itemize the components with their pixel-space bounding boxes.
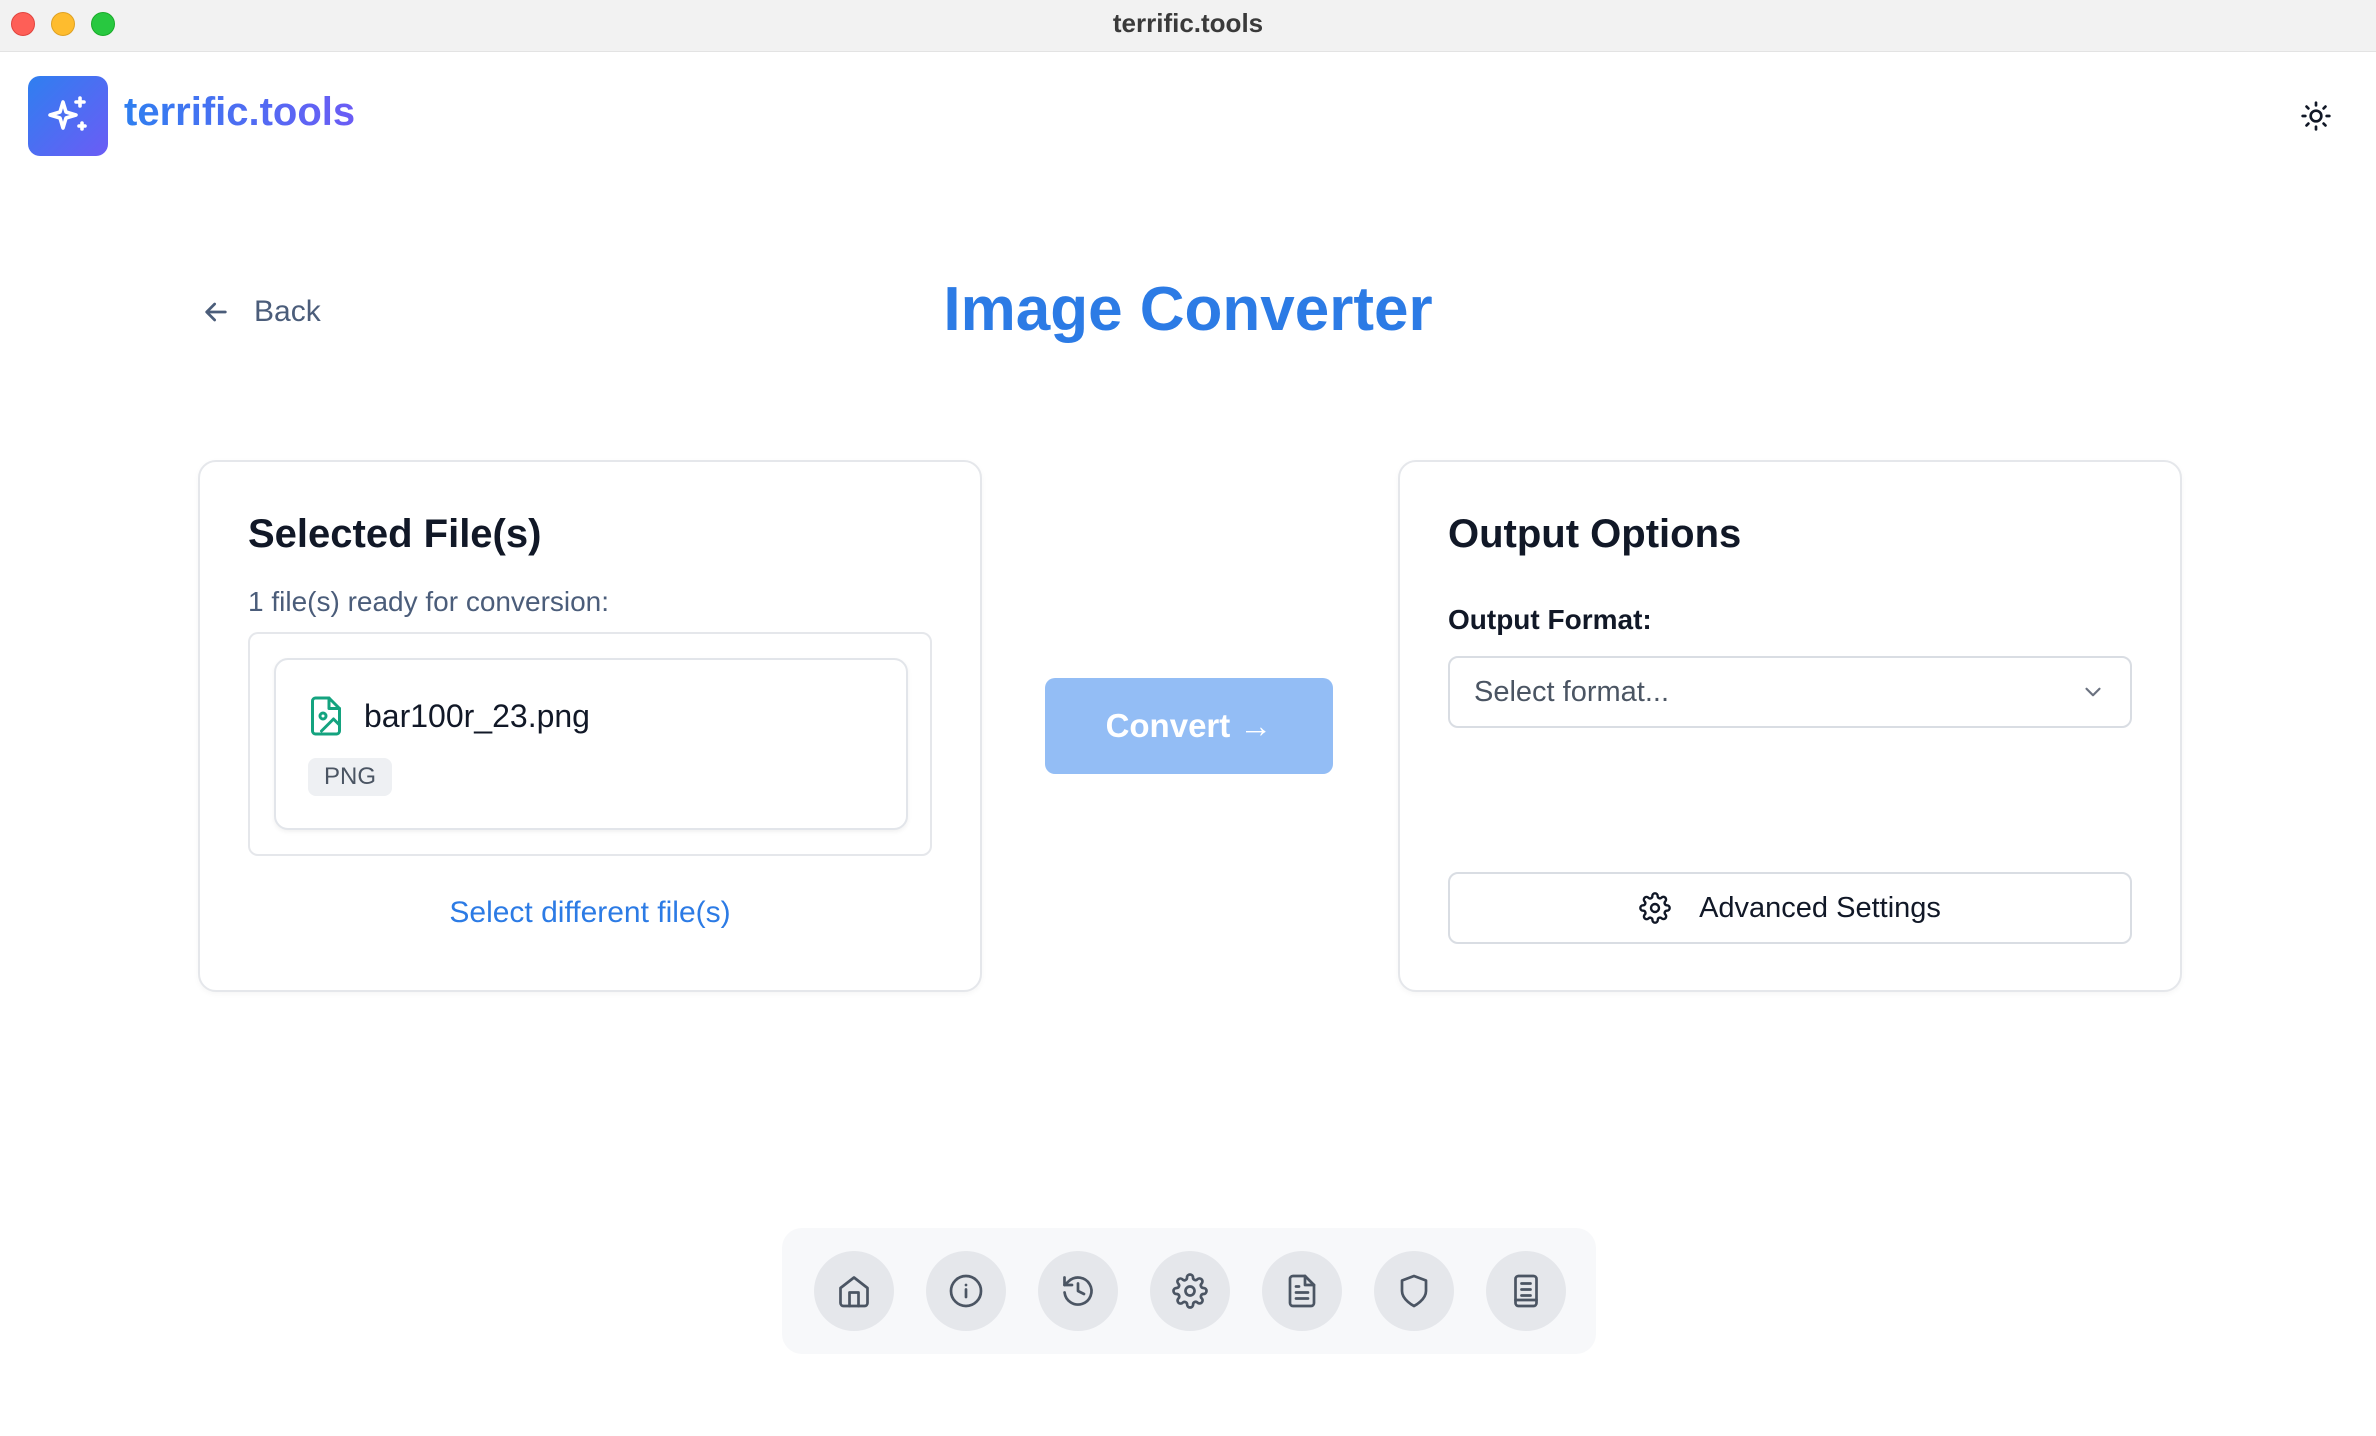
nav-history-button[interactable] xyxy=(1038,1251,1118,1331)
title-bar: terrific.tools xyxy=(0,0,2376,52)
output-format-value: Select format... xyxy=(1474,675,1670,708)
window-title: terrific.tools xyxy=(1112,8,1264,38)
sun-icon xyxy=(2301,101,2331,131)
book-icon xyxy=(1514,1274,1538,1308)
file-name: bar100r_23.png xyxy=(364,698,590,734)
output-format-label: Output Format: xyxy=(1448,604,1652,635)
nav-info-button[interactable] xyxy=(926,1251,1006,1331)
selected-files-title: Selected File(s) xyxy=(248,512,542,556)
nav-privacy-button[interactable] xyxy=(1374,1251,1454,1331)
brand-name[interactable]: terrific.tools xyxy=(124,90,355,135)
logo[interactable] xyxy=(28,76,108,156)
image-file-icon xyxy=(311,696,341,736)
app-window: terrific.tools terrific.tools Back Image… xyxy=(0,0,2376,1436)
output-options-title: Output Options xyxy=(1448,512,1742,556)
output-format-select[interactable]: Select format... xyxy=(1448,656,2132,728)
file-list: bar100r_23.png PNG xyxy=(248,632,932,856)
settings-icon xyxy=(1172,1273,1208,1309)
sparkles-icon xyxy=(48,96,87,131)
info-icon xyxy=(949,1274,983,1308)
nav-home-button[interactable] xyxy=(814,1251,894,1331)
page-title: Image Converter xyxy=(943,275,1433,344)
bottom-nav xyxy=(782,1228,1596,1354)
shield-icon xyxy=(1400,1274,1428,1308)
document-icon xyxy=(1288,1274,1316,1308)
nav-document-button[interactable] xyxy=(1262,1251,1342,1331)
select-different-files-link[interactable]: Select different file(s) xyxy=(200,896,980,930)
gear-icon xyxy=(1639,892,1671,924)
theme-toggle-button[interactable] xyxy=(2296,96,2336,136)
ready-count-text: 1 file(s) ready for conversion: xyxy=(248,586,610,617)
output-options-card: Output Options Output Format: Select for… xyxy=(1398,460,2182,992)
nav-book-button[interactable] xyxy=(1486,1251,1566,1331)
home-icon xyxy=(839,1276,869,1308)
advanced-settings-button[interactable]: Advanced Settings xyxy=(1448,872,2132,944)
convert-button[interactable]: Convert → xyxy=(1045,678,1333,774)
selected-files-card: Selected File(s) 1 file(s) ready for con… xyxy=(198,460,982,992)
file-item[interactable]: bar100r_23.png PNG xyxy=(274,658,908,830)
chevron-down-icon xyxy=(2085,687,2101,697)
advanced-settings-label: Advanced Settings xyxy=(1699,891,1941,924)
history-icon xyxy=(1063,1276,1093,1306)
nav-settings-button[interactable] xyxy=(1150,1251,1230,1331)
file-format-badge: PNG xyxy=(308,758,393,796)
